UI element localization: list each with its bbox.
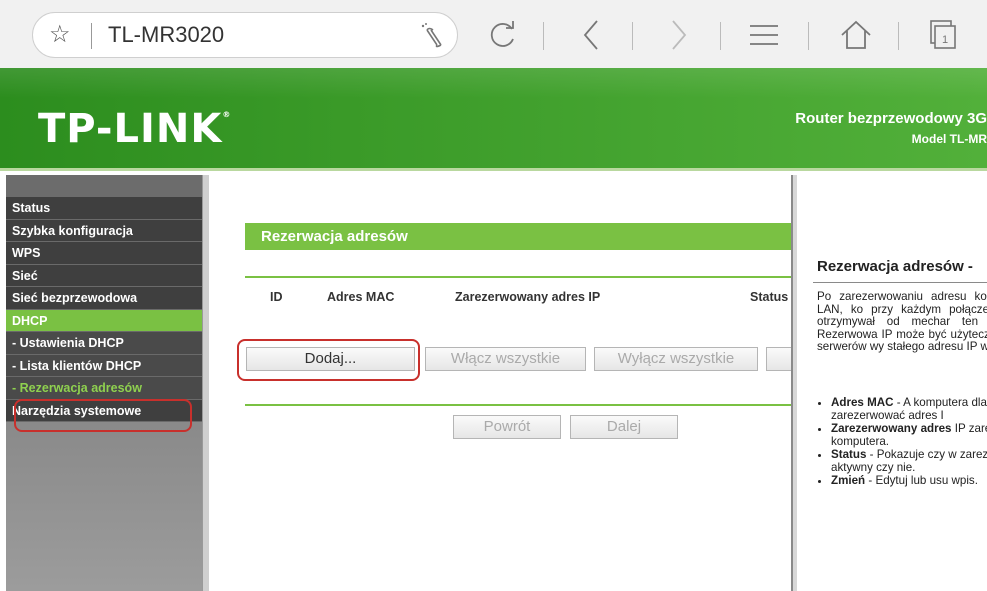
- svg-text:1: 1: [942, 34, 948, 46]
- column-header-id: ID: [270, 290, 283, 304]
- column-header-reserved-ip: Zarezerwowany adres IP: [455, 290, 601, 304]
- sidebar-item-dhcp-clients[interactable]: - Lista klientów DHCP: [6, 354, 202, 377]
- sidebar-item-wps[interactable]: WPS: [6, 242, 202, 265]
- list-item: Zmień - Edytuj lub usu wpis.: [831, 474, 987, 488]
- toolbar-separator: [898, 22, 899, 50]
- enable-all-button[interactable]: Włącz wszystkie: [425, 347, 586, 371]
- sidebar-top: [6, 175, 202, 197]
- help-panel: Rezerwacja adresów - Po zarezerwowaniu a…: [797, 175, 987, 591]
- list-item: Zarezerwowany adres IP zarezerwowany kom…: [831, 422, 987, 448]
- divider: [245, 404, 791, 406]
- section-title: Rezerwacja adresów: [245, 223, 791, 250]
- help-paragraph: Po zarezerwowaniu adresu komputera w sie…: [817, 290, 987, 353]
- browser-toolbar: ☆ TL-MR3020 1: [0, 0, 987, 68]
- home-icon[interactable]: [838, 17, 874, 53]
- column-header-mac: Adres MAC: [327, 290, 395, 304]
- main-content: Rezerwacja adresów ID Adres MAC Zarezerw…: [209, 175, 796, 591]
- highlight-box-reservation: [14, 399, 192, 432]
- list-item: Status - Pokazuje czy w zarezerwowanych …: [831, 448, 987, 474]
- router-model: Model TL-MR: [911, 132, 987, 146]
- tp-link-logo: TP-LINK®: [38, 106, 232, 152]
- sidebar-item-wireless[interactable]: Sieć bezprzewodowa: [6, 287, 202, 310]
- header-decoration: [0, 68, 987, 98]
- sidebar-item-status[interactable]: Status: [6, 197, 202, 220]
- reader-mode-icon[interactable]: [415, 21, 447, 51]
- help-list: Adres MAC - A komputera dla które zareze…: [831, 396, 987, 489]
- sidebar-item-address-reservation[interactable]: - Rezerwacja adresów: [6, 377, 202, 400]
- sidebar-item-quick-setup[interactable]: Szybka konfiguracja: [6, 219, 202, 242]
- help-title: Rezerwacja adresów -: [817, 258, 973, 275]
- toolbar-separator: [632, 22, 633, 50]
- frame-divider[interactable]: [202, 175, 209, 591]
- tabs-icon[interactable]: 1: [925, 17, 961, 53]
- next-button[interactable]: Dalej: [570, 415, 678, 439]
- router-title: Router bezprzewodowy 3G: [795, 110, 987, 127]
- help-divider: [813, 282, 987, 283]
- sidebar-item-network[interactable]: Sieć: [6, 264, 202, 287]
- back-icon[interactable]: [574, 17, 610, 53]
- address-separator: [91, 23, 92, 49]
- toolbar-separator: [720, 22, 721, 50]
- sidebar: Status Szybka konfiguracja WPS Sieć Sieć…: [6, 175, 202, 591]
- address-bar[interactable]: ☆ TL-MR3020: [32, 12, 458, 58]
- address-text[interactable]: TL-MR3020: [108, 22, 224, 48]
- toolbar-separator: [543, 22, 544, 50]
- back-button[interactable]: Powrót: [453, 415, 561, 439]
- bookmark-star-icon[interactable]: ☆: [49, 22, 71, 48]
- reload-icon[interactable]: [484, 17, 520, 53]
- sidebar-menu: Status Szybka konfiguracja WPS Sieć Sieć…: [6, 197, 202, 422]
- router-header: TP-LINK® Router bezprzewodowy 3G Model T…: [0, 68, 987, 171]
- divider: [245, 276, 791, 278]
- sidebar-item-dhcp-settings[interactable]: - Ustawienia DHCP: [6, 332, 202, 355]
- forward-icon[interactable]: [660, 17, 696, 53]
- toolbar-separator: [808, 22, 809, 50]
- list-item: Adres MAC - A komputera dla które zareze…: [831, 396, 987, 422]
- sidebar-item-dhcp[interactable]: DHCP: [6, 309, 202, 332]
- disable-all-button[interactable]: Wyłącz wszystkie: [594, 347, 758, 371]
- column-header-status: Status: [750, 290, 789, 304]
- highlight-box-add: [237, 339, 420, 381]
- menu-icon[interactable]: [746, 17, 782, 53]
